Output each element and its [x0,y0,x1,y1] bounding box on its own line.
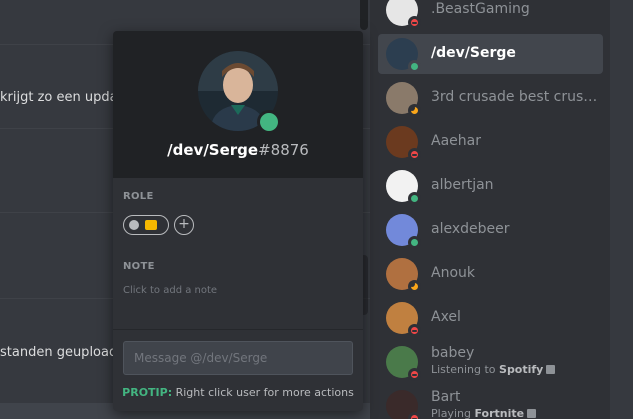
avatar [386,390,421,419]
chat-scroll-track[interactable] [360,0,368,30]
member-list-item[interactable]: 3rd crusade best crusa... [378,78,603,118]
member-name: Bart [431,389,461,405]
member-list-item[interactable]: Bart Playing Fortnite [378,386,603,419]
member-name: Anouk [431,265,475,281]
activity-target: Fortnite [474,407,525,419]
member-name: .BeastGaming [431,1,530,17]
member-name: alexdebeer [431,221,510,237]
member-activity: Listening to Spotify [431,363,556,376]
protip-text: PROTIP: Right click user for more action… [113,386,363,399]
protip-body: Right click user for more actions [172,386,354,399]
activity-prefix: Playing [431,407,475,419]
avatar [386,126,421,161]
idle-status-icon [408,104,421,117]
activity-target: Spotify [499,363,544,376]
popout-username: /dev/Serge#8876 [113,141,363,159]
add-role-button[interactable]: + [174,215,194,235]
member-name: 3rd crusade best crusa... [431,89,601,105]
rich-presence-icon [527,409,537,418]
member-name: Aaehar [431,133,481,149]
message-text: krijgt zo een upda [0,90,118,105]
online-status-icon [408,236,421,249]
note-section-title: NOTE [123,261,155,272]
member-name: albertjan [431,177,494,193]
member-list-item[interactable]: /dev/Serge [378,34,603,74]
member-name: /dev/Serge [431,45,516,61]
member-list-item[interactable]: .BeastGaming [378,0,603,30]
member-list-item[interactable]: Aaehar [378,122,603,162]
dnd-status-icon [408,412,421,419]
note-field[interactable]: Click to add a note [123,285,217,296]
rich-presence-icon [546,365,556,374]
member-list-item[interactable]: albertjan [378,166,603,206]
divider [113,329,363,330]
discriminator-text: #8876 [258,141,309,159]
username-text: /dev/Serge [167,141,259,159]
user-popout: /dev/Serge#8876 ROLE + NOTE Click to add… [113,31,363,411]
message-input[interactable]: Message @/dev/Serge [123,341,353,375]
avatar [386,258,421,293]
dnd-status-icon [408,368,421,381]
avatar [386,346,421,381]
avatar [386,38,421,73]
dnd-status-icon [408,324,421,337]
role-color-dot [129,220,139,230]
online-status-icon [408,192,421,205]
member-activity: Playing Fortnite [431,407,537,419]
protip-label: PROTIP: [122,386,173,399]
dnd-status-icon [408,148,421,161]
activity-prefix: Listening to [431,363,500,376]
message-text: standen geupload [0,345,118,360]
popout-header: /dev/Serge#8876 [113,31,363,178]
role-pill[interactable] [123,215,169,235]
dnd-status-icon [408,16,421,29]
avatar [386,82,421,117]
online-status-icon [408,60,421,73]
member-name: babey [431,345,475,361]
member-list-item[interactable]: Anouk [378,254,603,294]
avatar [386,214,421,249]
member-list-item[interactable]: babey Listening to Spotify [378,342,603,382]
member-list-item[interactable]: alexdebeer [378,210,603,250]
member-list-item[interactable]: Axel [378,298,603,338]
idle-status-icon [408,280,421,293]
member-name: Axel [431,309,461,325]
avatar [386,170,421,205]
online-status-icon [257,110,281,134]
role-emoji-icon [145,220,157,230]
avatar [386,0,421,29]
role-section-title: ROLE [123,191,154,202]
avatar [386,302,421,337]
discord-window: krijgt zo een upda standen geupload .Bea… [0,0,633,419]
